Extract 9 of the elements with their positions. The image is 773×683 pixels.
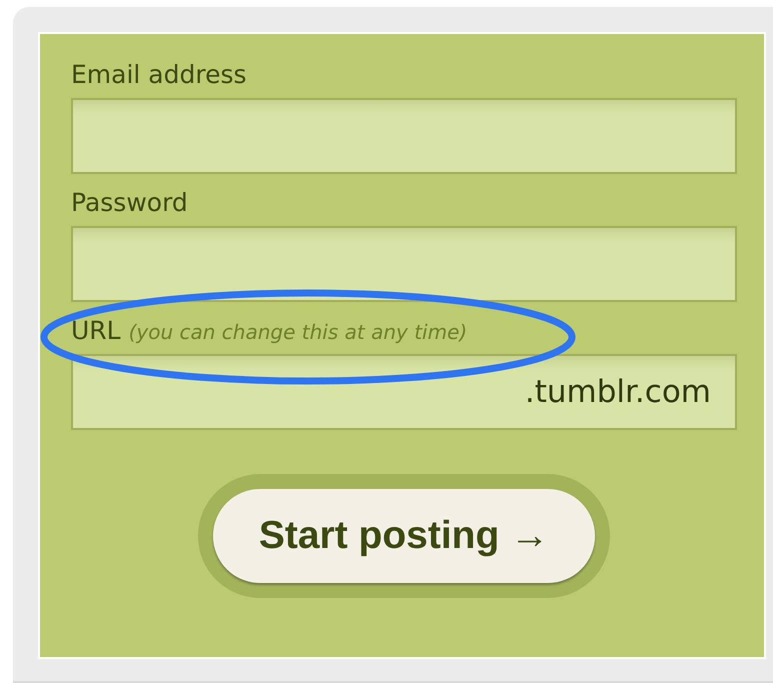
input-field[interactable] [71,98,737,174]
input-field[interactable]: .tumblr.com [71,354,737,430]
field-label: Password [71,190,188,215]
field-hint: (you can change this at any time) [128,322,468,342]
field-label: Email address [71,62,247,87]
start-posting-button[interactable]: Start posting → [213,489,595,583]
url-suffix: .tumblr.com [524,372,712,412]
field-label: URL [71,318,121,343]
input-field[interactable] [71,226,737,302]
